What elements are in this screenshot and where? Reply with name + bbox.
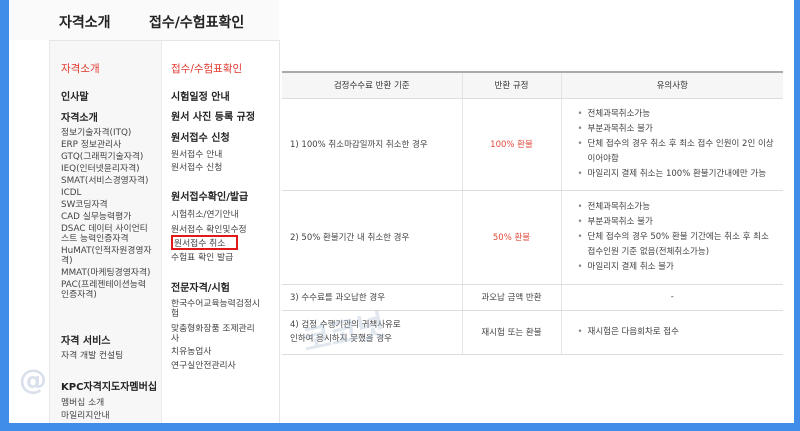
cell-rule: 과오납 금액 반환 — [461, 284, 561, 311]
menu-item-dsac[interactable]: DSAC 데이터 사이언티 — [61, 224, 169, 234]
menu-item-pac[interactable]: PAC(프레젠테이션능력 — [61, 280, 169, 290]
cell-criterion: 2) 50% 환불기간 내 취소한 경우 — [282, 190, 462, 285]
cell-rule: 100% 환불 — [461, 98, 561, 191]
menu-photo-rules[interactable]: 원서 사진 등록 규정 — [171, 108, 255, 123]
menu-item-icdl[interactable]: ICDL — [61, 188, 169, 198]
menu-column-application: 접수/수험표확인 시험일정 안내 원서 사진 등록 규정 원서접수 신청 원서접… — [161, 41, 280, 423]
menu-item-mmat[interactable]: MMAT(마케팅경영자격) — [61, 268, 169, 278]
menu-item-confirm-edit[interactable]: 원서접수 확인및수정 — [171, 225, 283, 235]
menu-item-itq[interactable]: 정보기술자격(ITQ) — [61, 128, 169, 138]
table-row: 2) 50% 환불기간 내 취소한 경우 50% 환불 전체과목취소가능 부분과… — [282, 190, 783, 285]
table-header-row: 검정수수료 반환 기준 반환 규정 유의사항 — [282, 71, 783, 99]
menu-item-ieq[interactable]: IEQ(인터넷윤리자격) — [61, 164, 169, 174]
menu-item-dsac-cont[interactable]: 스트 능력인증자격 — [61, 234, 169, 244]
menu-item-consulting[interactable]: 자격 개발 컨설팅 — [61, 351, 169, 361]
note-item: 부분과목취소 불가 — [578, 215, 780, 230]
menu-item-humat-cont[interactable]: 격) — [61, 256, 169, 266]
cell-notes: 전체과목취소가능 부분과목취소 불가 단체 접수의 경우 50% 환불 기간에는… — [560, 190, 783, 285]
menu-item-pac-cont[interactable]: 인증자격) — [61, 290, 169, 300]
menu-item-lab-safety[interactable]: 연구실안전관리사 — [171, 361, 283, 371]
cell-rule: 50% 환불 — [461, 190, 561, 285]
menu-item-cosmetics-cont[interactable]: 사 — [171, 334, 283, 344]
menu-exam-schedule[interactable]: 시험일정 안내 — [171, 88, 230, 103]
header-rule: 반환 규정 — [461, 71, 561, 99]
column-title: 접수/수험표확인 — [171, 63, 243, 75]
cell-notes: 전체과목취소가능 부분과목취소 불가 단체 접수의 경우 취소 후 최소 접수 … — [560, 98, 783, 191]
menu-item-admission-ticket[interactable]: 수험표 확인 발급 — [171, 253, 283, 263]
menu-item-sign-language[interactable]: 한국수어교육능력검정시 — [171, 299, 283, 309]
top-navigation: 자격소개 접수/수험표확인 — [9, 0, 279, 40]
cell-rule: 재시험 또는 환불 — [461, 310, 561, 355]
cell-notes: 재시험은 다음회차로 접수 — [560, 310, 783, 355]
menu-certification-intro[interactable]: 자격소개 — [61, 109, 98, 124]
menu-item-application-guide[interactable]: 원서접수 안내 — [171, 150, 283, 160]
menu-item-humat[interactable]: HuMAT(인적자원경영자 — [61, 246, 169, 256]
menu-application[interactable]: 원서접수 신청 — [171, 129, 230, 144]
highlight-box — [171, 235, 238, 250]
menu-application-confirm[interactable]: 원서접수확인/발급 — [171, 188, 248, 203]
menu-item-sw-coding[interactable]: SW코딩자격 — [61, 200, 169, 210]
note-item: 마일리지 결제 취소 불가 — [578, 260, 780, 275]
menu-item-cosmetics[interactable]: 맞춤형화장품 조제관리 — [171, 324, 283, 334]
menu-item-healing-agriculture[interactable]: 치유농업사 — [171, 347, 283, 357]
menu-item-cancel-guide[interactable]: 시험취소/연기안내 — [171, 210, 283, 220]
mega-menu: 자격소개 인사말 자격소개 정보기술자격(ITQ) ERP 정보관리사 GTQ(… — [49, 41, 280, 423]
watermark-at: @ — [19, 363, 47, 396]
column-title: 자격소개 — [61, 63, 100, 75]
header-notes: 유의사항 — [560, 71, 783, 99]
cell-notes: - — [560, 284, 783, 311]
note-item: 전체과목취소가능 — [578, 200, 780, 215]
menu-item-erp[interactable]: ERP 정보관리사 — [61, 140, 169, 150]
menu-item-mileage[interactable]: 마일리지안내 — [61, 411, 169, 421]
menu-item-cad[interactable]: CAD 실무능력평가 — [61, 212, 169, 222]
menu-item-smat[interactable]: SMAT(서비스경영자격) — [61, 176, 169, 186]
menu-kpc-membership[interactable]: KPC자격지도자멤버십 — [61, 378, 157, 393]
topnav-item-certification[interactable]: 자격소개 — [59, 12, 111, 32]
note-item: 마일리지 결제 취소는 100% 환불기간내에만 가능 — [578, 167, 780, 182]
menu-item-application-apply[interactable]: 원서접수 신청 — [171, 163, 283, 173]
menu-certification-service[interactable]: 자격 서비스 — [61, 332, 110, 347]
note-item: 단체 접수의 경우 취소 후 최소 접수 인원이 2인 이상이어야함 — [578, 137, 780, 167]
topnav-item-application[interactable]: 접수/수험표확인 — [149, 12, 244, 32]
note-item: 단체 접수의 경우 50% 환불 기간에는 취소 후 최소 접수인원 기준 없음… — [578, 230, 780, 260]
page-frame: 자격소개 접수/수험표확인 자격소개 인사말 자격소개 정보기술자격(ITQ) … — [9, 0, 794, 423]
menu-greeting[interactable]: 인사말 — [61, 88, 89, 103]
menu-item-membership-intro[interactable]: 멤버십 소개 — [61, 398, 169, 408]
note-item: 전체과목취소가능 — [578, 107, 780, 122]
table-row: 1) 100% 취소마감일까지 취소한 경우 100% 환불 전체과목취소가능 … — [282, 98, 783, 191]
header-criterion: 검정수수료 반환 기준 — [282, 71, 462, 99]
menu-item-gtq[interactable]: GTQ(그래픽기술자격) — [61, 152, 169, 162]
note-item: 재시험은 다음회차로 접수 — [578, 325, 780, 340]
menu-item-sign-language-cont[interactable]: 험 — [171, 309, 283, 319]
cell-criterion: 1) 100% 취소마감일까지 취소한 경우 — [282, 98, 462, 191]
menu-professional-exams[interactable]: 전문자격/시험 — [171, 279, 230, 294]
menu-column-certification: 자격소개 인사말 자격소개 정보기술자격(ITQ) ERP 정보관리사 GTQ(… — [49, 41, 161, 423]
note-item: 부분과목취소 불가 — [578, 122, 780, 137]
